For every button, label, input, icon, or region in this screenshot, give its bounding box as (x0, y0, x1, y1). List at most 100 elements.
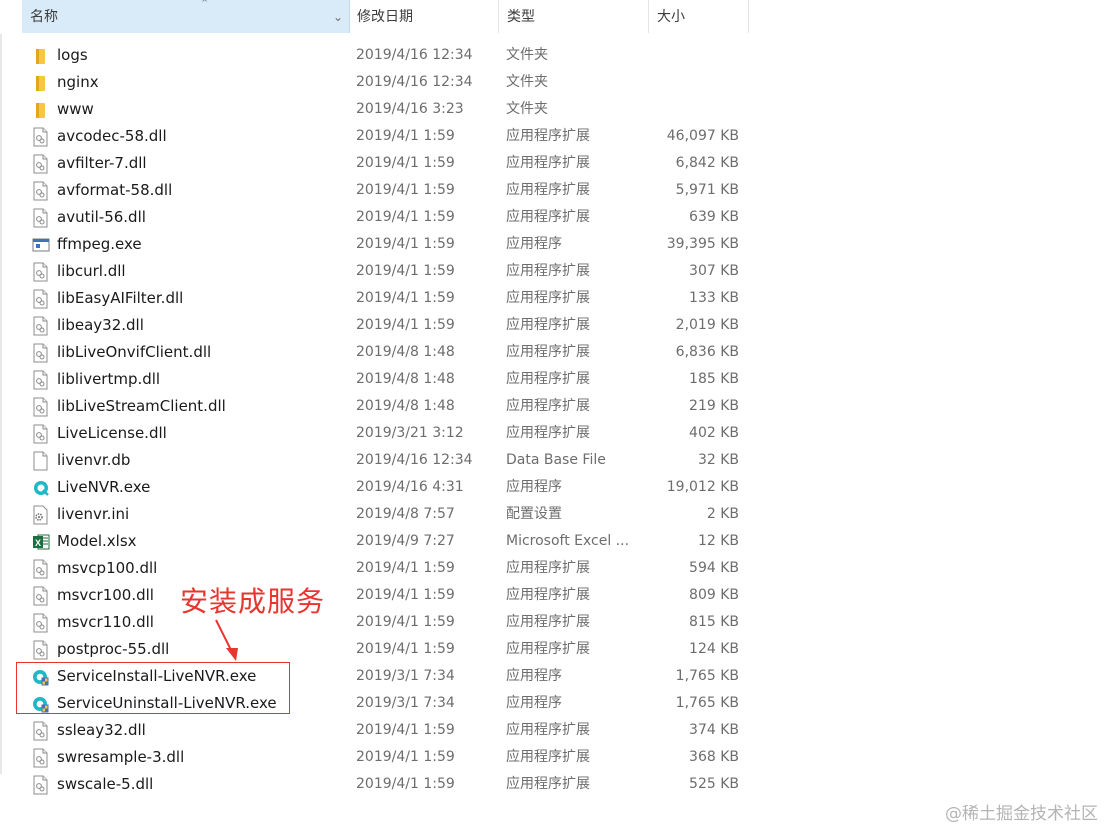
file-date: 2019/4/8 1:48 (356, 371, 455, 387)
file-date: 2019/4/1 1:59 (356, 614, 455, 630)
file-date: 2019/4/1 1:59 (356, 128, 455, 144)
annotation-label: 安装成服务 (180, 585, 326, 618)
svg-text:X: X (35, 538, 41, 548)
annotation-arrow-icon (215, 619, 238, 661)
file-row[interactable]: livenvr.ini 2019/4/8 7:57 配置设置 2 KB (0, 501, 1104, 528)
dll-file-icon (32, 775, 50, 795)
file-type: 应用程序扩展 (506, 209, 590, 225)
exe-window-icon (32, 235, 50, 255)
file-date: 2019/4/1 1:59 (356, 263, 455, 279)
file-type: 应用程序扩展 (506, 560, 590, 576)
file-size: 185 KB (689, 371, 739, 387)
file-row[interactable]: swresample-3.dll 2019/4/1 1:59 应用程序扩展 368 K… (0, 744, 1104, 771)
dll-file-icon (32, 208, 50, 228)
dll-file-icon (32, 181, 50, 201)
file-row[interactable]: www 2019/4/16 3:23 文件夹 (0, 96, 1104, 123)
dll-file-icon (32, 586, 50, 606)
file-type: 应用程序扩展 (506, 182, 590, 198)
file-size: 32 KB (697, 452, 739, 468)
file-name: livenvr.ini (57, 505, 130, 523)
file-row[interactable]: msvcr110.dll 2019/4/1 1:59 应用程序扩展 815 KB (0, 609, 1104, 636)
file-date: 2019/3/21 3:12 (356, 425, 464, 441)
file-name: msvcr110.dll (57, 613, 154, 631)
file-row[interactable]: libLiveStreamClient.dll 2019/4/8 1:48 应用程序… (0, 393, 1104, 420)
file-row[interactable]: libeay32.dll 2019/4/1 1:59 应用程序扩展 2,019 KB (0, 312, 1104, 339)
file-type: 文件夹 (506, 74, 548, 90)
file-row[interactable]: postproc-55.dll 2019/4/1 1:59 应用程序扩展 124 KB (0, 636, 1104, 663)
dll-file-icon (32, 721, 50, 741)
file-name: libLiveStreamClient.dll (57, 397, 226, 415)
dll-file-icon (32, 289, 50, 309)
file-name: nginx (57, 73, 99, 91)
file-row[interactable]: avcodec-58.dll 2019/4/1 1:59 应用程序扩展 46,097 … (0, 123, 1104, 150)
file-name: avutil-56.dll (57, 208, 146, 226)
file-row[interactable]: swscale-5.dll 2019/4/1 1:59 应用程序扩展 525 KB (0, 771, 1104, 798)
file-type: Data Base File (506, 452, 606, 468)
file-date: 2019/3/1 7:34 (356, 695, 455, 711)
file-row[interactable]: livenvr.db 2019/4/16 12:34 Data Base File 3… (0, 447, 1104, 474)
file-row[interactable]: ffmpeg.exe 2019/4/1 1:59 应用程序 39,395 KB (0, 231, 1104, 258)
dll-file-icon (32, 748, 50, 768)
file-type: 应用程序扩展 (506, 155, 590, 171)
file-type: 应用程序扩展 (506, 614, 590, 630)
column-header-date-label: 修改日期 (357, 9, 413, 25)
file-date: 2019/4/1 1:59 (356, 209, 455, 225)
file-date: 2019/4/1 1:59 (356, 641, 455, 657)
column-header-type[interactable]: 类型 (499, 0, 649, 33)
file-type: 应用程序扩展 (506, 371, 590, 387)
file-row[interactable]: libLiveOnvifClient.dll 2019/4/8 1:48 应用程序扩… (0, 339, 1104, 366)
file-date: 2019/4/1 1:59 (356, 155, 455, 171)
file-row[interactable]: msvcp100.dll 2019/4/1 1:59 应用程序扩展 594 KB (0, 555, 1104, 582)
file-name: libEasyAIFilter.dll (57, 289, 184, 307)
file-row[interactable]: libcurl.dll 2019/4/1 1:59 应用程序扩展 307 KB (0, 258, 1104, 285)
file-size: 46,097 KB (666, 128, 739, 144)
file-size: 374 KB (689, 722, 739, 738)
file-size: 368 KB (689, 749, 739, 765)
file-size: 1,765 KB (675, 668, 739, 684)
file-date: 2019/4/1 1:59 (356, 182, 455, 198)
file-row[interactable]: X Model.xlsx 2019/4/9 7:27 Microsoft Excel … (0, 528, 1104, 555)
file-size: 525 KB (689, 776, 739, 792)
file-name: libLiveOnvifClient.dll (57, 343, 212, 361)
column-header-name-label: 名称 (30, 9, 58, 25)
file-row[interactable]: liblivertmp.dll 2019/4/8 1:48 应用程序扩展 185 KB (0, 366, 1104, 393)
file-date: 2019/4/1 1:59 (356, 776, 455, 792)
dll-file-icon (32, 370, 50, 390)
file-type: 应用程序扩展 (506, 587, 590, 603)
file-size: 133 KB (689, 290, 739, 306)
file-date: 2019/4/1 1:59 (356, 722, 455, 738)
file-date: 2019/4/1 1:59 (356, 749, 455, 765)
file-row[interactable]: msvcr100.dll 2019/4/1 1:59 应用程序扩展 809 KB (0, 582, 1104, 609)
file-row[interactable]: avutil-56.dll 2019/4/1 1:59 应用程序扩展 639 KB (0, 204, 1104, 231)
file-name: libcurl.dll (57, 262, 126, 280)
file-size: 594 KB (689, 560, 739, 576)
file-row[interactable]: avformat-58.dll 2019/4/1 1:59 应用程序扩展 5,971 … (0, 177, 1104, 204)
file-type: 应用程序扩展 (506, 317, 590, 333)
file-size: 19,012 KB (666, 479, 739, 495)
dll-file-icon (32, 613, 50, 633)
file-date: 2019/4/1 1:59 (356, 290, 455, 306)
column-header-date[interactable]: 修改日期 (349, 0, 499, 33)
file-name: LiveLicense.dll (57, 424, 167, 442)
file-row[interactable]: avfilter-7.dll 2019/4/1 1:59 应用程序扩展 6,842 K… (0, 150, 1104, 177)
file-name: swscale-5.dll (57, 775, 154, 793)
file-type: 应用程序扩展 (506, 398, 590, 414)
file-size: 6,836 KB (675, 344, 739, 360)
column-header-size[interactable]: 大小 (649, 0, 749, 33)
file-size: 402 KB (689, 425, 739, 441)
file-type: 应用程序 (506, 668, 562, 684)
file-row[interactable]: LiveNVR.exe 2019/4/16 4:31 应用程序 19,012 KB (0, 474, 1104, 501)
file-type: 应用程序扩展 (506, 263, 590, 279)
file-row[interactable]: ssleay32.dll 2019/4/1 1:59 应用程序扩展 374 KB (0, 717, 1104, 744)
column-header-name[interactable]: ⌃ 名称 ⌄ (22, 0, 350, 33)
file-row[interactable]: logs 2019/4/16 12:34 文件夹 (0, 42, 1104, 69)
file-row[interactable]: libEasyAIFilter.dll 2019/4/1 1:59 应用程序扩展 13… (0, 285, 1104, 312)
file-row[interactable]: LiveLicense.dll 2019/3/21 3:12 应用程序扩展 402 K… (0, 420, 1104, 447)
file-row[interactable]: nginx 2019/4/16 12:34 文件夹 (0, 69, 1104, 96)
chevron-down-icon[interactable]: ⌄ (333, 0, 343, 34)
sort-ascending-icon: ⌃ (200, 0, 210, 10)
file-date: 2019/4/16 12:34 (356, 452, 473, 468)
file-name: liblivertmp.dll (57, 370, 161, 388)
file-date: 2019/4/8 1:48 (356, 344, 455, 360)
file-type: 文件夹 (506, 101, 548, 117)
